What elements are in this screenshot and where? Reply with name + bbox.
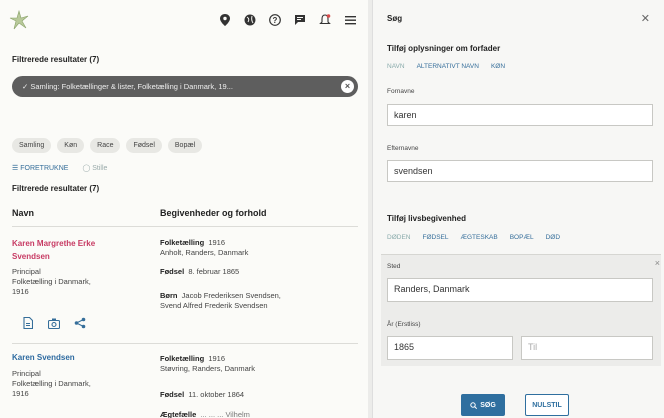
ancestor-info-title: Tilføj oplysninger om forfader <box>387 44 501 53</box>
search-panel: Søg ✕ Tilføj oplysninger om forfader NAV… <box>372 0 664 418</box>
record-year: 1916 <box>12 389 29 398</box>
tab-marriage[interactable]: ÆGTESKAB <box>461 234 498 241</box>
year-range-label: År (Erstliss) <box>387 321 421 328</box>
record-name-line1[interactable]: Karen Margrethe Erke <box>12 238 95 250</box>
event-birth: Fødsel 8. februar 1865 <box>160 267 239 277</box>
event-birth-value: 11. oktober 1864 <box>188 390 245 399</box>
tab-name[interactable]: NAVN <box>387 63 405 70</box>
tab-death-2[interactable]: DØD <box>546 234 560 241</box>
search-icon <box>470 401 478 409</box>
search-button-label: SØG <box>480 401 496 409</box>
event-birth-label: Fødsel <box>160 390 185 399</box>
record-collection: Folketælling i Danmark, <box>12 379 91 388</box>
event-spouse-value: ... ... ... Vilhelm <box>200 410 250 418</box>
remove-event-icon[interactable]: × <box>655 258 660 268</box>
collection-filter-label: ✓ Samling: Folketællinger & lister, Folk… <box>22 82 233 91</box>
svg-text:?: ? <box>273 16 278 25</box>
menu-icon[interactable] <box>344 14 356 26</box>
familysearch-logo-icon[interactable] <box>8 9 30 31</box>
divider <box>12 343 358 344</box>
column-header-events: Begivenheder og forhold <box>160 208 267 218</box>
event-spouse: Ægtefælle ... ... ... Vilhelm <box>160 410 250 418</box>
view-links: ☰ FORETRUKNE ◯ Stille <box>12 164 107 172</box>
event-birth: Fødsel 11. oktober 1864 <box>160 390 244 400</box>
ancestor-info-tabs: NAVN ALTERNATIVT NAVN KØN <box>387 63 505 70</box>
event-census-place: Støvring, Randers, Danmark <box>160 364 256 373</box>
event-census-year: 1916 <box>208 354 226 363</box>
year-to-input[interactable]: Til <box>521 336 653 360</box>
record-name-line2[interactable]: Svendsen <box>12 251 50 263</box>
lastname-label: Efternavne <box>387 145 419 152</box>
chip-residence[interactable]: Bopæl <box>167 138 203 153</box>
event-spouse-label: Ægtefælle <box>160 410 197 418</box>
event-census: Folketælling 1916 <box>160 354 225 364</box>
place-label: Sted <box>387 263 401 270</box>
event-birth-value: 8. februar 1865 <box>188 267 240 276</box>
tab-death[interactable]: DØDEN <box>387 234 410 241</box>
globe-icon[interactable] <box>244 14 256 26</box>
record-role: Principal <box>12 267 41 276</box>
camera-icon[interactable] <box>48 317 60 329</box>
location-pin-icon[interactable] <box>219 14 231 26</box>
document-icon[interactable] <box>22 317 34 329</box>
event-census-place: Anholt, Randers, Danmark <box>160 248 249 257</box>
quiet-toggle[interactable]: ◯ Stille <box>82 164 107 172</box>
record-name-line1[interactable]: Karen Svendsen <box>12 352 75 364</box>
life-event-title: Tilføj livsbegivenhed <box>387 214 466 223</box>
remove-filter-icon[interactable]: × <box>341 80 354 93</box>
event-children-value-2: Svend Alfred Frederik Svendsen <box>160 301 268 310</box>
filtered-results-title: Filtrerede resultater (7) <box>12 55 100 64</box>
firstname-input[interactable]: karen <box>387 104 653 126</box>
filtered-results-title-2: Filtrerede resultater (7) <box>12 184 100 193</box>
reset-button[interactable]: NULSTIL <box>525 394 569 416</box>
tab-gender[interactable]: KØN <box>491 63 505 70</box>
event-birth-label: Fødsel <box>160 267 185 276</box>
messages-icon[interactable] <box>294 14 306 26</box>
event-census-label: Folketælling <box>160 354 205 363</box>
chip-collection[interactable]: Samling <box>12 138 52 153</box>
filter-chips: Samling Køn Race Fødsel Bopæl <box>12 138 203 153</box>
divider <box>12 226 358 227</box>
record-year: 1916 <box>12 287 29 296</box>
tab-birth[interactable]: FØDSEL <box>422 234 448 241</box>
chip-gender[interactable]: Køn <box>57 138 85 153</box>
help-icon[interactable]: ? <box>269 14 281 26</box>
preferred-link[interactable]: ☰ FORETRUKNE <box>12 164 68 172</box>
column-header-name[interactable]: Navn <box>12 208 34 218</box>
event-census-year: 1916 <box>208 238 226 247</box>
results-panel: ? Filtrerede resultater (7) ✓ Samling: F… <box>0 0 368 418</box>
top-icons: ? <box>219 14 360 26</box>
place-input[interactable]: Randers, Danmark <box>387 278 653 302</box>
event-children-value: Jacob Frederiksen Svendsen, <box>181 291 281 300</box>
event-census-label: Folketælling <box>160 238 205 247</box>
notifications-bell-icon[interactable] <box>319 14 331 26</box>
search-title: Søg <box>387 14 403 23</box>
lastname-input[interactable]: svendsen <box>387 160 653 182</box>
event-children: Børn Jacob Frederiksen Svendsen, <box>160 291 281 301</box>
year-from-input[interactable]: 1865 <box>387 336 513 360</box>
record-role: Principal <box>12 369 41 378</box>
chip-birth[interactable]: Fødsel <box>126 138 162 153</box>
tab-alternate-name[interactable]: ALTERNATIVT NAVN <box>417 63 479 70</box>
chip-race[interactable]: Race <box>90 138 121 153</box>
tab-residence[interactable]: BOPÆL <box>510 234 534 241</box>
firstname-label: Fornavne <box>387 88 415 95</box>
event-children-label: Børn <box>160 291 178 300</box>
search-button[interactable]: SØG <box>461 394 505 416</box>
record-collection: Folketælling i Danmark, <box>12 277 91 286</box>
event-census: Folketælling 1916 <box>160 238 225 248</box>
life-event-tabs: DØDEN FØDSEL ÆGTESKAB BOPÆL DØD <box>387 234 560 241</box>
top-bar: ? <box>0 0 368 40</box>
collection-filter-pill[interactable]: ✓ Samling: Folketællinger & lister, Folk… <box>12 76 358 97</box>
close-icon[interactable]: ✕ <box>641 12 650 25</box>
family-tree-icon[interactable] <box>74 317 86 329</box>
record-actions <box>22 317 86 329</box>
